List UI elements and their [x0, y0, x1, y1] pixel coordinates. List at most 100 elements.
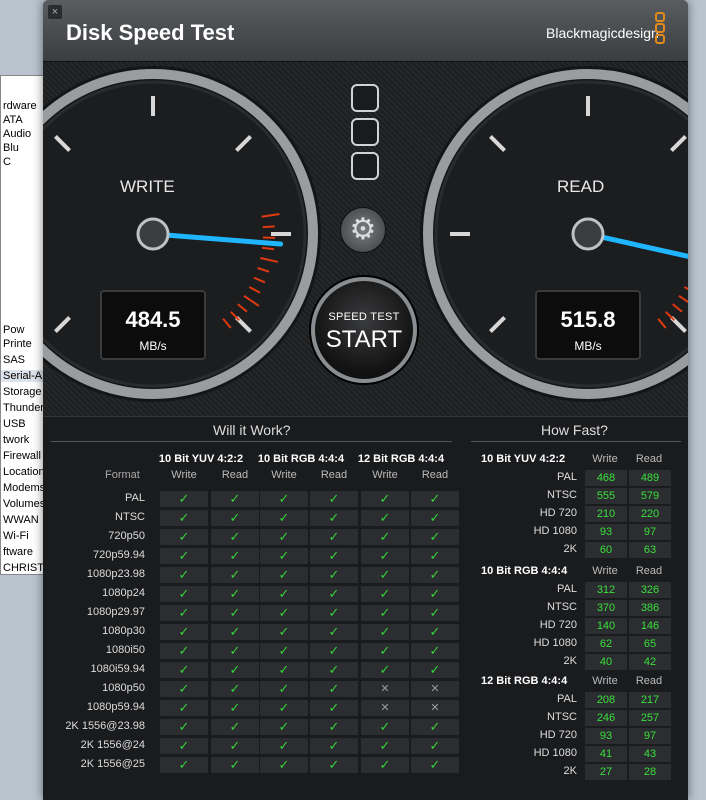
check-icon: ✓	[160, 643, 208, 659]
check-icon: ✓	[361, 586, 409, 602]
check-icon: ✓	[211, 529, 259, 545]
check-icon: ✓	[411, 510, 459, 526]
resolution-name: HD 1080	[533, 637, 577, 649]
check-icon: ✓	[211, 548, 259, 564]
cross-icon: ✕	[411, 681, 459, 697]
read-fps-value: 217	[629, 692, 671, 708]
resolution-name: HD 1080	[533, 525, 577, 537]
read-fps-value: 63	[629, 542, 671, 558]
write-fps-value: 60	[585, 542, 627, 558]
resolution-name: NTSC	[547, 601, 577, 613]
check-icon: ✓	[211, 757, 259, 773]
speed-row: NTSC 370 386	[471, 599, 681, 617]
check-icon: ✓	[310, 510, 358, 526]
check-icon: ✓	[361, 719, 409, 735]
speed-row: PAL 312 326	[471, 581, 681, 599]
check-icon: ✓	[211, 738, 259, 754]
read-fps-value: 257	[629, 710, 671, 726]
settings-gear-icon[interactable]: ⚙	[340, 207, 386, 253]
check-icon: ✓	[260, 643, 308, 659]
check-icon: ✓	[260, 681, 308, 697]
read-readout: 515.8 MB/s	[535, 290, 641, 360]
format-name: 720p59.94	[93, 549, 145, 561]
format-name: NTSC	[115, 511, 145, 523]
panel-button-1[interactable]	[351, 84, 379, 112]
check-icon: ✓	[361, 529, 409, 545]
read-gauge-label: READ	[557, 177, 605, 196]
speed-row: HD 720 93 97	[471, 727, 681, 745]
table-row: 1080p29.97 ✓ ✓ ✓ ✓ ✓ ✓	[51, 604, 459, 622]
check-icon: ✓	[361, 757, 409, 773]
check-icon: ✓	[310, 491, 358, 507]
read-fps-value: 43	[629, 746, 671, 762]
cross-icon: ✕	[361, 681, 409, 697]
check-icon: ✓	[411, 605, 459, 621]
write-fps-value: 140	[585, 618, 627, 634]
panel-button-2[interactable]	[351, 118, 379, 146]
read-fps-value: 97	[629, 728, 671, 744]
write-speed-value: 484.5	[125, 307, 181, 332]
table-row: 1080p24 ✓ ✓ ✓ ✓ ✓ ✓	[51, 585, 459, 603]
check-icon: ✓	[310, 529, 358, 545]
format-name: 1080p29.97	[86, 606, 145, 618]
check-icon: ✓	[310, 548, 358, 564]
background-sidebar-item: Storage	[3, 386, 42, 398]
section-title: 10 Bit RGB 4:4:4	[481, 565, 568, 577]
format-name: 1080i59.94	[90, 663, 145, 675]
table-row: 1080p59.94 ✓ ✓ ✓ ✓ ✕ ✕	[51, 699, 459, 717]
read-column-label: Read	[635, 453, 663, 465]
background-sidebar-item: twork	[3, 434, 30, 446]
check-icon: ✓	[361, 491, 409, 507]
read-column-label: Read	[221, 469, 249, 481]
section-title: 12 Bit RGB 4:4:4	[481, 675, 568, 687]
check-icon: ✓	[310, 567, 358, 583]
write-column-label: Write	[372, 469, 398, 481]
check-icon: ✓	[160, 738, 208, 754]
read-fps-value: 326	[629, 582, 671, 598]
write-speed-unit: MB/s	[139, 339, 167, 353]
check-icon: ✓	[361, 567, 409, 583]
table-row: PAL ✓ ✓ ✓ ✓ ✓ ✓	[51, 490, 459, 508]
check-icon: ✓	[361, 548, 409, 564]
background-sidebar-item: rdware	[3, 100, 37, 112]
check-icon: ✓	[361, 605, 409, 621]
check-icon: ✓	[411, 757, 459, 773]
check-icon: ✓	[361, 643, 409, 659]
check-icon: ✓	[160, 719, 208, 735]
check-icon: ✓	[310, 700, 358, 716]
check-icon: ✓	[160, 757, 208, 773]
background-sidebar-item: Audio	[3, 128, 32, 140]
read-fps-value: 386	[629, 600, 671, 616]
check-icon: ✓	[160, 586, 208, 602]
check-icon: ✓	[160, 548, 208, 564]
read-needle-hub	[571, 217, 605, 251]
format-group-header: 10 Bit RGB 4:4:4	[257, 453, 345, 465]
check-icon: ✓	[310, 738, 358, 754]
check-icon: ✓	[260, 567, 308, 583]
check-icon: ✓	[411, 738, 459, 754]
speed-row: PAL 468 489	[471, 469, 681, 487]
background-sidebar-item: Firewall	[3, 450, 41, 462]
write-fps-value: 27	[585, 764, 627, 780]
check-icon: ✓	[160, 700, 208, 716]
table-row: 2K 1556@23.98 ✓ ✓ ✓ ✓ ✓ ✓	[51, 718, 459, 736]
write-fps-value: 93	[585, 524, 627, 540]
format-name: 720p50	[108, 530, 145, 542]
speed-row: HD 1080 93 97	[471, 523, 681, 541]
panel-button-3[interactable]	[351, 152, 379, 180]
check-icon: ✓	[411, 567, 459, 583]
write-fps-value: 40	[585, 654, 627, 670]
close-icon[interactable]: ×	[48, 5, 62, 19]
background-sidebar-item: ATA	[3, 114, 23, 126]
start-button[interactable]: SPEED TEST START	[311, 277, 417, 383]
format-group-header: 12 Bit RGB 4:4:4	[357, 453, 445, 465]
check-icon: ✓	[160, 662, 208, 678]
write-redzone-tick	[262, 225, 275, 229]
check-icon: ✓	[211, 700, 259, 716]
check-icon: ✓	[211, 510, 259, 526]
background-sidebar-item: Volumes	[3, 498, 46, 510]
check-icon: ✓	[310, 624, 358, 640]
background-sidebar-item: Modems	[3, 482, 46, 494]
table-row: 1080p23.98 ✓ ✓ ✓ ✓ ✓ ✓	[51, 566, 459, 584]
background-sidebar-item: ftware	[3, 546, 33, 558]
